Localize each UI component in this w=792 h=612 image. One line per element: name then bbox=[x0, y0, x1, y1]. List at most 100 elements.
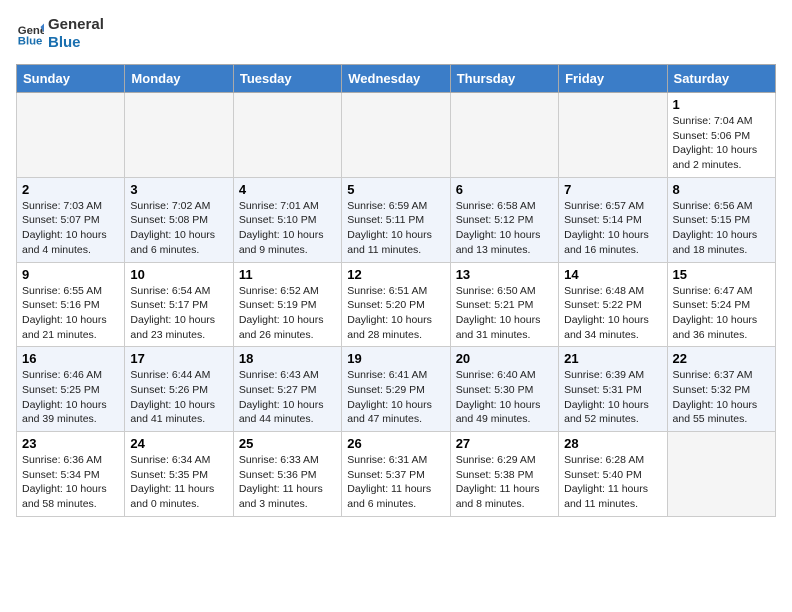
day-cell: 13Sunrise: 6:50 AM Sunset: 5:21 PM Dayli… bbox=[450, 262, 558, 347]
day-cell bbox=[342, 93, 450, 178]
day-info: Sunrise: 6:59 AM Sunset: 5:11 PM Dayligh… bbox=[347, 199, 444, 258]
day-info: Sunrise: 6:51 AM Sunset: 5:20 PM Dayligh… bbox=[347, 284, 444, 343]
day-cell: 18 Sunrise: 6:43 AM Sunset: 5:27 PM Dayli… bbox=[233, 347, 341, 432]
day-info: Sunrise: 6:43 AM Sunset: 5:27 PM Dayligh… bbox=[239, 368, 336, 427]
day-info: Sunrise: 6:37 AM Sunset: 5:32 PM Dayligh… bbox=[673, 368, 770, 427]
day-cell: 9 Sunrise: 6:55 AM Sunset: 5:16 PM Daylig… bbox=[17, 262, 125, 347]
logo-line1: General bbox=[48, 16, 104, 34]
day-number: 14 bbox=[564, 267, 661, 282]
day-cell: 17 Sunrise: 6:44 AM Sunset: 5:26 PM Dayli… bbox=[125, 347, 233, 432]
day-cell bbox=[450, 93, 558, 178]
page-header: General Blue General Blue bbox=[16, 16, 776, 52]
day-info: Sunrise: 7:01 AM Sunset: 5:10 PM Dayligh… bbox=[239, 199, 336, 258]
day-number: 11 bbox=[239, 267, 336, 282]
day-number: 4 bbox=[239, 182, 336, 197]
day-info: Sunrise: 6:56 AM Sunset: 5:15 PM Dayligh… bbox=[673, 199, 770, 258]
day-info: Sunrise: 6:28 AM Sunset: 5:40 PM Dayligh… bbox=[564, 453, 661, 512]
week-row-4: 16 Sunrise: 6:46 AM Sunset: 5:25 PM Dayli… bbox=[17, 347, 776, 432]
svg-text:Blue: Blue bbox=[18, 36, 43, 48]
day-number: 9 bbox=[22, 267, 119, 282]
day-number: 3 bbox=[130, 182, 227, 197]
day-info: Sunrise: 6:41 AM Sunset: 5:29 PM Dayligh… bbox=[347, 368, 444, 427]
day-info: Sunrise: 6:57 AM Sunset: 5:14 PM Dayligh… bbox=[564, 199, 661, 258]
day-info: Sunrise: 6:54 AM Sunset: 5:17 PM Dayligh… bbox=[130, 284, 227, 343]
day-number: 5 bbox=[347, 182, 444, 197]
day-number: 10 bbox=[130, 267, 227, 282]
day-cell: 24Sunrise: 6:34 AM Sunset: 5:35 PM Dayli… bbox=[125, 432, 233, 517]
day-cell: 28Sunrise: 6:28 AM Sunset: 5:40 PM Dayli… bbox=[559, 432, 667, 517]
day-number: 8 bbox=[673, 182, 770, 197]
day-info: Sunrise: 6:29 AM Sunset: 5:38 PM Dayligh… bbox=[456, 453, 553, 512]
week-row-1: 1 Sunrise: 7:04 AM Sunset: 5:06 PM Daylig… bbox=[17, 93, 776, 178]
day-number: 24 bbox=[130, 436, 227, 451]
day-cell: 22 Sunrise: 6:37 AM Sunset: 5:32 PM Dayli… bbox=[667, 347, 775, 432]
day-number: 19 bbox=[347, 351, 444, 366]
day-number: 22 bbox=[673, 351, 770, 366]
day-number: 6 bbox=[456, 182, 553, 197]
day-number: 20 bbox=[456, 351, 553, 366]
day-number: 15 bbox=[673, 267, 770, 282]
week-row-2: 2 Sunrise: 7:03 AM Sunset: 5:07 PM Daylig… bbox=[17, 177, 776, 262]
day-number: 16 bbox=[22, 351, 119, 366]
day-cell: 2 Sunrise: 7:03 AM Sunset: 5:07 PM Daylig… bbox=[17, 177, 125, 262]
day-cell: 19 Sunrise: 6:41 AM Sunset: 5:29 PM Dayli… bbox=[342, 347, 450, 432]
day-cell bbox=[125, 93, 233, 178]
day-cell: 3 Sunrise: 7:02 AM Sunset: 5:08 PM Daylig… bbox=[125, 177, 233, 262]
day-cell: 15 Sunrise: 6:47 AM Sunset: 5:24 PM Dayli… bbox=[667, 262, 775, 347]
header-cell-thursday: Thursday bbox=[450, 65, 558, 93]
day-cell: 5 Sunrise: 6:59 AM Sunset: 5:11 PM Daylig… bbox=[342, 177, 450, 262]
day-info: Sunrise: 6:44 AM Sunset: 5:26 PM Dayligh… bbox=[130, 368, 227, 427]
day-cell: 4 Sunrise: 7:01 AM Sunset: 5:10 PM Daylig… bbox=[233, 177, 341, 262]
day-cell: 16 Sunrise: 6:46 AM Sunset: 5:25 PM Dayli… bbox=[17, 347, 125, 432]
day-info: Sunrise: 6:46 AM Sunset: 5:25 PM Dayligh… bbox=[22, 368, 119, 427]
header-cell-saturday: Saturday bbox=[667, 65, 775, 93]
header-cell-tuesday: Tuesday bbox=[233, 65, 341, 93]
day-number: 21 bbox=[564, 351, 661, 366]
day-number: 17 bbox=[130, 351, 227, 366]
day-cell: 6 Sunrise: 6:58 AM Sunset: 5:12 PM Daylig… bbox=[450, 177, 558, 262]
day-cell bbox=[559, 93, 667, 178]
day-info: Sunrise: 7:02 AM Sunset: 5:08 PM Dayligh… bbox=[130, 199, 227, 258]
day-number: 7 bbox=[564, 182, 661, 197]
day-info: Sunrise: 7:03 AM Sunset: 5:07 PM Dayligh… bbox=[22, 199, 119, 258]
day-cell bbox=[17, 93, 125, 178]
day-number: 18 bbox=[239, 351, 336, 366]
day-cell: 21 Sunrise: 6:39 AM Sunset: 5:31 PM Dayli… bbox=[559, 347, 667, 432]
header-cell-sunday: Sunday bbox=[17, 65, 125, 93]
day-info: Sunrise: 6:47 AM Sunset: 5:24 PM Dayligh… bbox=[673, 284, 770, 343]
header-row: SundayMondayTuesdayWednesdayThursdayFrid… bbox=[17, 65, 776, 93]
day-number: 23 bbox=[22, 436, 119, 451]
day-cell bbox=[667, 432, 775, 517]
day-info: Sunrise: 6:31 AM Sunset: 5:37 PM Dayligh… bbox=[347, 453, 444, 512]
day-info: Sunrise: 6:39 AM Sunset: 5:31 PM Dayligh… bbox=[564, 368, 661, 427]
day-cell: 27 Sunrise: 6:29 AM Sunset: 5:38 PM Dayli… bbox=[450, 432, 558, 517]
day-number: 27 bbox=[456, 436, 553, 451]
header-cell-wednesday: Wednesday bbox=[342, 65, 450, 93]
logo: General Blue General Blue bbox=[16, 16, 104, 52]
day-cell: 1 Sunrise: 7:04 AM Sunset: 5:06 PM Daylig… bbox=[667, 93, 775, 178]
day-info: Sunrise: 6:36 AM Sunset: 5:34 PM Dayligh… bbox=[22, 453, 119, 512]
day-info: Sunrise: 6:48 AM Sunset: 5:22 PM Dayligh… bbox=[564, 284, 661, 343]
day-cell: 23 Sunrise: 6:36 AM Sunset: 5:34 PM Dayli… bbox=[17, 432, 125, 517]
day-info: Sunrise: 7:04 AM Sunset: 5:06 PM Dayligh… bbox=[673, 114, 770, 173]
day-number: 12 bbox=[347, 267, 444, 282]
logo-line2: Blue bbox=[48, 34, 104, 52]
day-cell: 20 Sunrise: 6:40 AM Sunset: 5:30 PM Dayli… bbox=[450, 347, 558, 432]
day-cell: 12 Sunrise: 6:51 AM Sunset: 5:20 PM Dayli… bbox=[342, 262, 450, 347]
calendar-table: SundayMondayTuesdayWednesdayThursdayFrid… bbox=[16, 64, 776, 517]
day-cell: 25Sunrise: 6:33 AM Sunset: 5:36 PM Dayli… bbox=[233, 432, 341, 517]
day-cell: 26Sunrise: 6:31 AM Sunset: 5:37 PM Dayli… bbox=[342, 432, 450, 517]
day-number: 2 bbox=[22, 182, 119, 197]
day-info: Sunrise: 6:40 AM Sunset: 5:30 PM Dayligh… bbox=[456, 368, 553, 427]
week-row-3: 9 Sunrise: 6:55 AM Sunset: 5:16 PM Daylig… bbox=[17, 262, 776, 347]
day-info: Sunrise: 6:52 AM Sunset: 5:19 PM Dayligh… bbox=[239, 284, 336, 343]
day-info: Sunrise: 6:58 AM Sunset: 5:12 PM Dayligh… bbox=[456, 199, 553, 258]
week-row-5: 23 Sunrise: 6:36 AM Sunset: 5:34 PM Dayli… bbox=[17, 432, 776, 517]
day-cell: 8 Sunrise: 6:56 AM Sunset: 5:15 PM Daylig… bbox=[667, 177, 775, 262]
day-number: 1 bbox=[673, 97, 770, 112]
day-cell bbox=[233, 93, 341, 178]
day-info: Sunrise: 6:55 AM Sunset: 5:16 PM Dayligh… bbox=[22, 284, 119, 343]
day-number: 13 bbox=[456, 267, 553, 282]
day-number: 25 bbox=[239, 436, 336, 451]
day-cell: 10 Sunrise: 6:54 AM Sunset: 5:17 PM Dayli… bbox=[125, 262, 233, 347]
